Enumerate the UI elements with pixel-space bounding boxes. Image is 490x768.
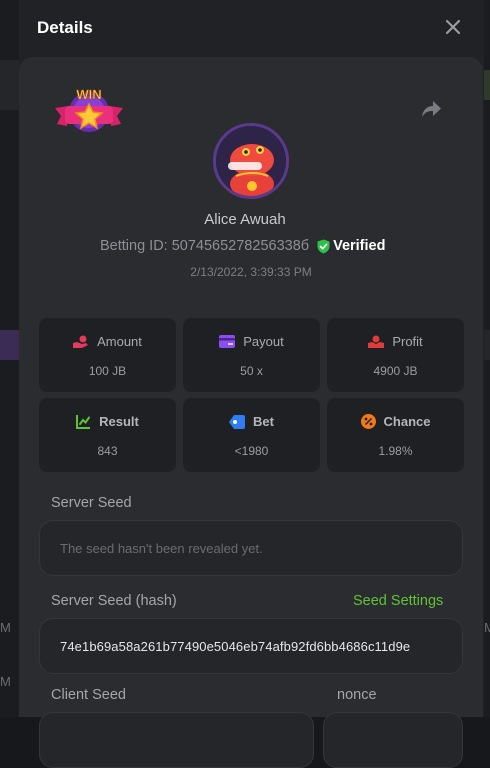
player-name: Alice Awuah	[0, 211, 490, 228]
client-seed-label: Client Seed	[51, 687, 126, 703]
verified-shield-icon	[317, 239, 330, 254]
server-seed-label: Server Seed	[51, 495, 132, 511]
stat-profit: Profit 4900 JB	[327, 318, 464, 392]
server-seed-hash-field[interactable]: 74e1b69a58a261b77490e5046eb74afb92fd6bb4…	[39, 618, 463, 674]
background-panel	[0, 330, 19, 360]
hand-profit-icon	[368, 335, 384, 349]
stat-payout: Payout 50 x	[183, 318, 320, 392]
background-text: M	[0, 674, 11, 689]
stat-chance: Chance 1.98%	[327, 398, 464, 472]
avatar	[213, 123, 289, 199]
hand-coin-icon	[73, 335, 89, 349]
stat-label: Chance	[384, 414, 431, 429]
server-seed-hash-label: Server Seed (hash)	[51, 593, 177, 609]
background-text: M	[0, 620, 11, 635]
stat-bet: Bet <1980	[183, 398, 320, 472]
background-panel	[484, 330, 490, 360]
betting-id-row: Betting ID: 5074565278256338б Verified	[100, 238, 385, 254]
stat-result: Result 843	[39, 398, 176, 472]
verified-label: Verified	[333, 238, 385, 254]
verified-badge: Verified	[317, 238, 385, 254]
background-text: M	[484, 620, 490, 635]
background-panel	[0, 60, 19, 110]
stat-value: 100 JB	[39, 364, 176, 378]
stat-value: 50 x	[183, 364, 320, 378]
stat-label: Payout	[243, 334, 283, 349]
stat-value: <1980	[183, 444, 320, 458]
percent-icon	[361, 414, 376, 429]
server-seed-placeholder: The seed hasn't been revealed yet.	[60, 541, 263, 556]
stat-value: 4900 JB	[327, 364, 464, 378]
close-button[interactable]	[442, 16, 464, 38]
tag-icon	[229, 415, 245, 429]
bet-datetime: 2/13/2022, 3:39:33 PM	[0, 265, 490, 279]
nonce-label: nonce	[337, 687, 377, 703]
share-button[interactable]	[420, 98, 442, 120]
stat-label: Result	[99, 414, 139, 429]
stat-amount: Amount 100 JB	[39, 318, 176, 392]
stat-label: Profit	[392, 334, 422, 349]
stats-grid: Amount 100 JB Payout 50 x Profit 4900 JB	[39, 318, 463, 472]
server-seed-field[interactable]: The seed hasn't been revealed yet.	[39, 520, 463, 576]
win-badge: WIN	[53, 82, 125, 138]
card-icon	[219, 335, 235, 348]
server-seed-hash-value[interactable]: 74e1b69a58a261b77490e5046eb74afb92fd6bb4…	[60, 639, 410, 654]
betting-id-label: Betting ID:	[100, 238, 168, 254]
stat-value: 1.98%	[327, 444, 464, 458]
client-seed-field[interactable]	[39, 712, 314, 768]
seed-settings-link[interactable]: Seed Settings	[353, 593, 443, 609]
win-badge-label: WIN	[76, 87, 101, 102]
nonce-field[interactable]	[323, 712, 463, 768]
share-icon	[420, 98, 442, 120]
chart-up-icon	[76, 414, 91, 429]
stat-value: 843	[39, 444, 176, 458]
modal-title: Details	[37, 18, 93, 38]
stat-label: Bet	[253, 414, 274, 429]
stat-label: Amount	[97, 334, 142, 349]
betting-id-value: 5074565278256338б	[172, 238, 309, 254]
close-icon	[442, 16, 464, 38]
background-panel	[484, 70, 490, 100]
